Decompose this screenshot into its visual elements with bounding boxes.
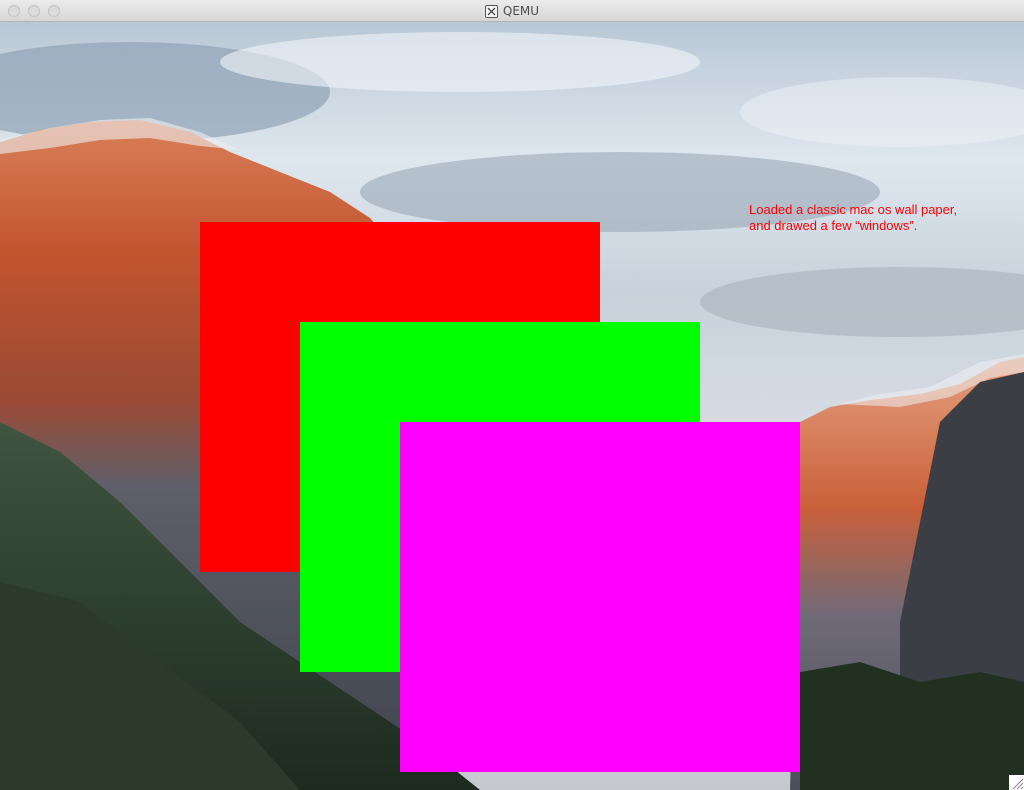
title-bar[interactable]: QEMU bbox=[0, 0, 1024, 22]
qemu-window: QEMU Loaded a classic mac os wall paper,… bbox=[0, 0, 1024, 790]
magenta-window bbox=[400, 422, 800, 772]
annotation-line-1: Loaded a classic mac os wall paper, bbox=[749, 202, 958, 217]
x11-icon bbox=[484, 4, 498, 18]
window-title: QEMU bbox=[502, 4, 540, 18]
annotation-text: Loaded a classic mac os wall paper, and … bbox=[749, 202, 1014, 234]
resize-grip-icon[interactable] bbox=[1009, 775, 1024, 790]
title-group: QEMU bbox=[0, 0, 1024, 22]
qemu-framebuffer[interactable]: Loaded a classic mac os wall paper, and … bbox=[0, 22, 1024, 790]
annotation-line-2: and drawed a few “windows”. bbox=[749, 218, 918, 233]
